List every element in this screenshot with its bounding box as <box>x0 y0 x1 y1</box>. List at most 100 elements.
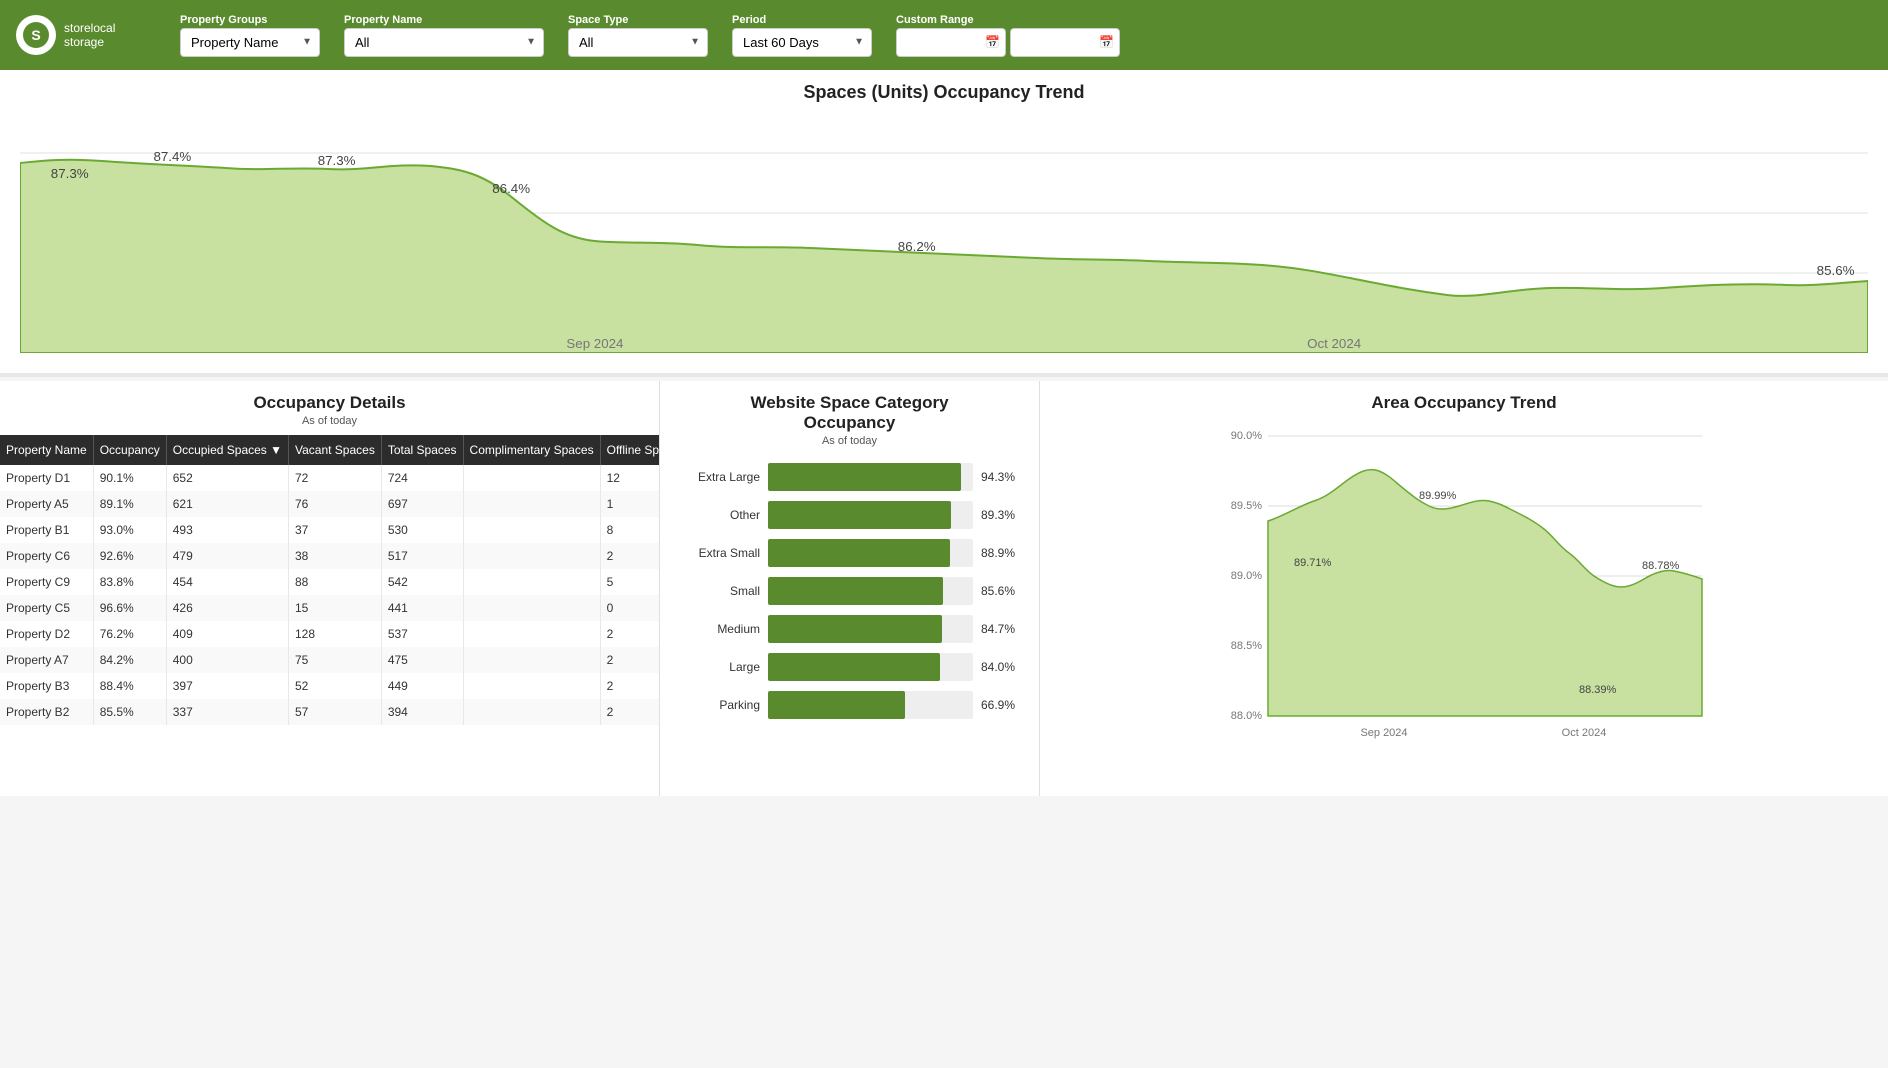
cell-comp <box>463 491 600 517</box>
area-trend-svg: 90.0% 89.5% 89.0% 88.5% 88.0% 89.71% 89.… <box>1056 421 1872 781</box>
cell-property-name: Property B3 <box>0 673 93 699</box>
cell-occupied: 426 <box>166 595 288 621</box>
svg-text:85.6%: 85.6% <box>1817 263 1855 278</box>
cell-vacant: 128 <box>289 621 382 647</box>
main-divider <box>0 373 1888 377</box>
cell-occupied: 400 <box>166 647 288 673</box>
svg-text:87.3%: 87.3% <box>318 153 356 168</box>
cell-property-name: Property C9 <box>0 569 93 595</box>
occupancy-table-wrapper[interactable]: Property Name Occupancy Occupied Spaces … <box>0 435 659 725</box>
cell-total: 475 <box>381 647 463 673</box>
bar-fill <box>768 463 961 491</box>
property-groups-select[interactable]: Property Name <box>180 28 320 57</box>
cell-occupancy: 88.4% <box>93 673 166 699</box>
period-label: Period <box>732 14 872 26</box>
area-trend-title: Area Occupancy Trend <box>1056 393 1872 413</box>
property-name-label: Property Name <box>344 14 544 26</box>
bar-fill <box>768 577 943 605</box>
cell-occupancy: 89.1% <box>93 491 166 517</box>
date-start-wrapper <box>896 28 1006 57</box>
cell-property-name: Property B2 <box>0 699 93 725</box>
trend-title: Spaces (Units) Occupancy Trend <box>20 82 1868 103</box>
cell-occupancy: 76.2% <box>93 621 166 647</box>
cell-offline: 2 <box>600 647 659 673</box>
table-row: Property B3 88.4% 397 52 449 2 <box>0 673 659 699</box>
bar-row: Parking 66.9% <box>680 691 1019 719</box>
svg-text:89.71%: 89.71% <box>1294 557 1332 569</box>
table-row: Property A7 84.2% 400 75 475 2 <box>0 647 659 673</box>
svg-text:89.99%: 89.99% <box>1419 490 1457 502</box>
cell-offline: 2 <box>600 699 659 725</box>
cell-occupancy: 84.2% <box>93 647 166 673</box>
bar-label: Parking <box>680 698 760 712</box>
svg-text:Sep 2024: Sep 2024 <box>1360 727 1407 739</box>
cell-offline: 12 <box>600 465 659 491</box>
property-name-select-wrapper: All <box>344 28 544 57</box>
cell-offline: 2 <box>600 621 659 647</box>
trend-section: Spaces (Units) Occupancy Trend 87.3% 87.… <box>0 70 1888 373</box>
cell-comp <box>463 465 600 491</box>
space-type-label: Space Type <box>568 14 708 26</box>
period-select[interactable]: Last 60 Days <box>732 28 872 57</box>
occupancy-tbody: Property D1 90.1% 652 72 724 12 Property… <box>0 465 659 725</box>
bar-fill <box>768 539 950 567</box>
table-row: Property D1 90.1% 652 72 724 12 <box>0 465 659 491</box>
svg-text:86.2%: 86.2% <box>898 239 936 254</box>
cell-offline: 0 <box>600 595 659 621</box>
bar-fill <box>768 691 905 719</box>
trend-chart-svg: 87.3% 87.4% 87.3% 86.4% 86.2% 85.6% Sep … <box>20 113 1868 353</box>
bar-fill <box>768 615 942 643</box>
table-row: Property C9 83.8% 454 88 542 5 <box>0 569 659 595</box>
bar-value: 94.3% <box>981 470 1019 484</box>
cell-occupied: 493 <box>166 517 288 543</box>
space-type-filter: Space Type All <box>568 14 708 57</box>
svg-text:88.78%: 88.78% <box>1642 560 1680 572</box>
cell-total: 394 <box>381 699 463 725</box>
cell-offline: 2 <box>600 673 659 699</box>
cell-total: 530 <box>381 517 463 543</box>
cell-vacant: 76 <box>289 491 382 517</box>
svg-text:87.3%: 87.3% <box>51 166 89 181</box>
logo-text: storelocal storage <box>64 21 115 50</box>
cell-vacant: 88 <box>289 569 382 595</box>
cell-occupancy: 90.1% <box>93 465 166 491</box>
cell-property-name: Property C6 <box>0 543 93 569</box>
bar-track <box>768 463 973 491</box>
area-trend-panel: Area Occupancy Trend 90.0% 89.5% 89.0% 8… <box>1040 381 1888 796</box>
cell-comp <box>463 647 600 673</box>
col-property-name: Property Name <box>0 435 93 465</box>
space-type-select[interactable]: All <box>568 28 708 57</box>
cell-comp <box>463 517 600 543</box>
table-row: Property D2 76.2% 409 128 537 2 <box>0 621 659 647</box>
cell-comp <box>463 543 600 569</box>
area-trend-chart: 90.0% 89.5% 89.0% 88.5% 88.0% 89.71% 89.… <box>1056 421 1872 784</box>
svg-text:Oct 2024: Oct 2024 <box>1562 727 1607 739</box>
bar-value: 89.3% <box>981 508 1019 522</box>
logo-name: storelocal <box>64 21 115 35</box>
website-space-title: Website Space CategoryOccupancy <box>680 393 1019 433</box>
cell-comp <box>463 673 600 699</box>
occupancy-details-panel: Occupancy Details As of today Property N… <box>0 381 660 796</box>
date-end-input[interactable] <box>1010 28 1120 57</box>
bar-row: Small 85.6% <box>680 577 1019 605</box>
logo-sub: storage <box>64 35 115 49</box>
cell-occupancy: 83.8% <box>93 569 166 595</box>
cell-vacant: 37 <box>289 517 382 543</box>
date-start-input[interactable] <box>896 28 1006 57</box>
period-select-wrapper: Last 60 Days <box>732 28 872 57</box>
cell-comp <box>463 699 600 725</box>
property-name-select[interactable]: All <box>344 28 544 57</box>
bar-track <box>768 691 973 719</box>
cell-total: 441 <box>381 595 463 621</box>
cell-property-name: Property A7 <box>0 647 93 673</box>
cell-offline: 2 <box>600 543 659 569</box>
bar-chart: Extra Large 94.3% Other 89.3% Extra Smal… <box>680 463 1019 719</box>
table-row: Property B2 85.5% 337 57 394 2 <box>0 699 659 725</box>
svg-text:S: S <box>31 27 40 43</box>
cell-offline: 5 <box>600 569 659 595</box>
logo-area: S storelocal storage <box>16 15 156 55</box>
cell-total: 449 <box>381 673 463 699</box>
custom-range-group: Custom Range <box>896 14 1120 57</box>
table-header-row: Property Name Occupancy Occupied Spaces … <box>0 435 659 465</box>
bar-track <box>768 653 973 681</box>
